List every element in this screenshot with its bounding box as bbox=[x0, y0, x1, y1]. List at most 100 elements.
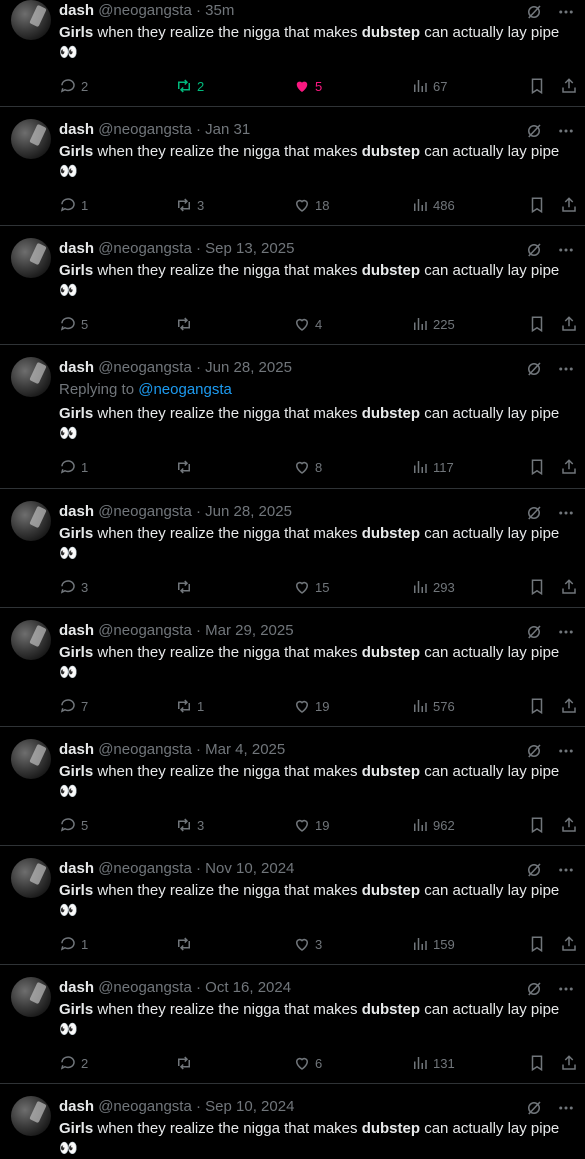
author-handle[interactable]: @neogangsta bbox=[98, 503, 192, 520]
reply-button[interactable]: 1 bbox=[59, 934, 88, 954]
reply-button[interactable]: 7 bbox=[59, 696, 88, 716]
views-button[interactable]: 576 bbox=[411, 696, 455, 716]
grok-icon[interactable] bbox=[525, 623, 543, 641]
share-button[interactable] bbox=[560, 314, 578, 334]
bookmark-button[interactable] bbox=[528, 577, 546, 597]
author-handle[interactable]: @neogangsta bbox=[98, 121, 192, 138]
share-button[interactable] bbox=[560, 696, 578, 716]
bookmark-button[interactable] bbox=[528, 934, 546, 954]
grok-icon[interactable] bbox=[525, 3, 543, 21]
bookmark-button[interactable] bbox=[528, 314, 546, 334]
share-button[interactable] bbox=[560, 577, 578, 597]
author-handle[interactable]: @neogangsta bbox=[98, 359, 192, 376]
tweet[interactable]: dash @neogangsta · Jun 28, 2025 Girls wh… bbox=[0, 489, 585, 608]
retweet-button[interactable]: 1 bbox=[175, 696, 204, 716]
replying-to-link[interactable]: @neogangsta bbox=[138, 381, 232, 398]
reply-button[interactable]: 5 bbox=[59, 314, 88, 334]
avatar[interactable] bbox=[11, 1096, 51, 1136]
bookmark-button[interactable] bbox=[528, 76, 546, 96]
more-icon[interactable] bbox=[557, 360, 575, 378]
retweet-button[interactable] bbox=[175, 314, 197, 334]
tweet[interactable]: dash @neogangsta · Oct 16, 2024 Girls wh… bbox=[0, 965, 585, 1084]
more-icon[interactable] bbox=[557, 861, 575, 879]
author-name[interactable]: dash bbox=[59, 1098, 94, 1115]
share-button[interactable] bbox=[560, 76, 578, 96]
bookmark-button[interactable] bbox=[528, 815, 546, 835]
grok-icon[interactable] bbox=[525, 122, 543, 140]
bookmark-button[interactable] bbox=[528, 457, 546, 477]
more-icon[interactable] bbox=[557, 742, 575, 760]
reply-button[interactable]: 2 bbox=[59, 1053, 88, 1073]
tweet[interactable]: dash @neogangsta · Sep 13, 2025 Girls wh… bbox=[0, 226, 585, 345]
grok-icon[interactable] bbox=[525, 241, 543, 259]
bookmark-button[interactable] bbox=[528, 1053, 546, 1073]
grok-icon[interactable] bbox=[525, 861, 543, 879]
more-icon[interactable] bbox=[557, 980, 575, 998]
like-button[interactable]: 15 bbox=[293, 577, 329, 597]
retweet-button[interactable] bbox=[175, 934, 197, 954]
retweet-button[interactable]: 3 bbox=[175, 815, 204, 835]
views-button[interactable]: 131 bbox=[411, 1053, 455, 1073]
author-handle[interactable]: @neogangsta bbox=[98, 622, 192, 639]
tweet[interactable]: dash @neogangsta · Jan 31 Girls when the… bbox=[0, 107, 585, 226]
grok-icon[interactable] bbox=[525, 1099, 543, 1117]
author-handle[interactable]: @neogangsta bbox=[98, 860, 192, 877]
tweet-time[interactable]: Sep 10, 2024 bbox=[205, 1098, 294, 1115]
more-icon[interactable] bbox=[557, 241, 575, 259]
author-name[interactable]: dash bbox=[59, 240, 94, 257]
retweet-button[interactable]: 2 bbox=[175, 76, 204, 96]
avatar[interactable] bbox=[11, 501, 51, 541]
tweet-time[interactable]: Mar 4, 2025 bbox=[205, 741, 285, 758]
avatar[interactable] bbox=[11, 119, 51, 159]
more-icon[interactable] bbox=[557, 1099, 575, 1117]
share-button[interactable] bbox=[560, 195, 578, 215]
like-button[interactable]: 6 bbox=[293, 1053, 322, 1073]
tweet[interactable]: dash @neogangsta · Mar 29, 2025 Girls wh… bbox=[0, 608, 585, 727]
like-button[interactable]: 8 bbox=[293, 457, 322, 477]
bookmark-button[interactable] bbox=[528, 696, 546, 716]
views-button[interactable]: 159 bbox=[411, 934, 455, 954]
retweet-button[interactable]: 3 bbox=[175, 195, 204, 215]
author-name[interactable]: dash bbox=[59, 741, 94, 758]
views-button[interactable]: 67 bbox=[411, 76, 447, 96]
retweet-button[interactable] bbox=[175, 1053, 197, 1073]
bookmark-button[interactable] bbox=[528, 195, 546, 215]
tweet[interactable]: dash @neogangsta · Jun 28, 2025 Replying… bbox=[0, 345, 585, 489]
tweet[interactable]: dash @neogangsta · Nov 10, 2024 Girls wh… bbox=[0, 846, 585, 965]
tweet-time[interactable]: Mar 29, 2025 bbox=[205, 622, 293, 639]
like-button[interactable]: 4 bbox=[293, 314, 322, 334]
author-name[interactable]: dash bbox=[59, 2, 94, 19]
views-button[interactable]: 962 bbox=[411, 815, 455, 835]
retweet-button[interactable] bbox=[175, 577, 197, 597]
avatar[interactable] bbox=[11, 858, 51, 898]
tweet-time[interactable]: Jun 28, 2025 bbox=[205, 503, 292, 520]
avatar[interactable] bbox=[11, 0, 51, 40]
views-button[interactable]: 117 bbox=[411, 457, 454, 477]
author-handle[interactable]: @neogangsta bbox=[98, 2, 192, 19]
views-button[interactable]: 225 bbox=[411, 314, 455, 334]
retweet-button[interactable] bbox=[175, 457, 197, 477]
reply-button[interactable]: 2 bbox=[59, 76, 88, 96]
tweet[interactable]: dash @neogangsta · 35m Girls when they r… bbox=[0, 0, 585, 107]
avatar[interactable] bbox=[11, 357, 51, 397]
like-button[interactable]: 18 bbox=[293, 195, 329, 215]
tweet-time[interactable]: Nov 10, 2024 bbox=[205, 860, 294, 877]
author-handle[interactable]: @neogangsta bbox=[98, 979, 192, 996]
share-button[interactable] bbox=[560, 1053, 578, 1073]
views-button[interactable]: 486 bbox=[411, 195, 455, 215]
reply-button[interactable]: 1 bbox=[59, 457, 88, 477]
author-name[interactable]: dash bbox=[59, 622, 94, 639]
author-handle[interactable]: @neogangsta bbox=[98, 240, 192, 257]
more-icon[interactable] bbox=[557, 623, 575, 641]
tweet-time[interactable]: Jun 28, 2025 bbox=[205, 359, 292, 376]
reply-button[interactable]: 3 bbox=[59, 577, 88, 597]
more-icon[interactable] bbox=[557, 122, 575, 140]
views-button[interactable]: 293 bbox=[411, 577, 455, 597]
more-icon[interactable] bbox=[557, 504, 575, 522]
share-button[interactable] bbox=[560, 457, 578, 477]
like-button[interactable]: 19 bbox=[293, 696, 329, 716]
grok-icon[interactable] bbox=[525, 504, 543, 522]
author-name[interactable]: dash bbox=[59, 979, 94, 996]
tweet-time[interactable]: Jan 31 bbox=[205, 121, 250, 138]
like-button[interactable]: 19 bbox=[293, 815, 329, 835]
